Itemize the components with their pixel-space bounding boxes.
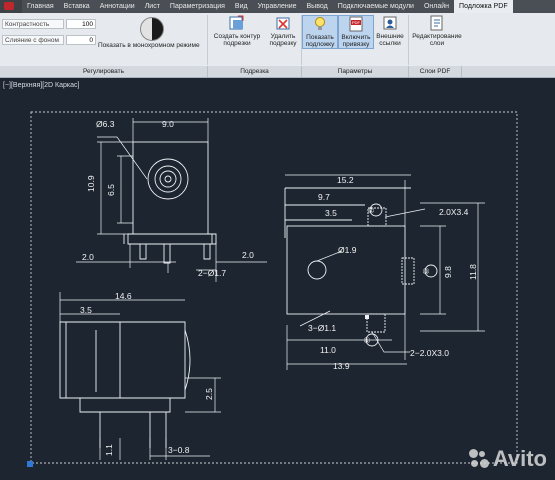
enable-snap-line2: привязку — [342, 41, 370, 48]
dim-label: 6.5 — [106, 184, 116, 196]
dim-label: 3.5 — [325, 208, 337, 218]
contrast-label: Контрастность — [2, 18, 64, 29]
external-refs-line1: Внешние — [376, 33, 404, 40]
dim-label: 3.5 — [80, 305, 92, 315]
dim-label: 11.0 — [320, 345, 336, 355]
app-menu-icon[interactable] — [0, 0, 22, 13]
create-clip-boundary-button[interactable]: Создать контур подрезки — [209, 15, 265, 47]
tab-plugins[interactable]: Подключаемые модули — [333, 0, 419, 13]
avito-logo-icon — [468, 449, 489, 469]
external-refs-line2: ссылки — [379, 40, 401, 47]
show-underlay-button[interactable]: Показать подложку — [302, 15, 338, 49]
tab-output[interactable]: Вывод — [302, 0, 333, 13]
enable-snap-button[interactable]: PDF Включить привязку — [338, 15, 374, 49]
tab-view[interactable]: Вид — [230, 0, 253, 13]
remove-clip-line1: Удалить — [270, 33, 296, 40]
tab-annotate[interactable]: Аннотации — [95, 0, 140, 13]
callout-2: ② — [367, 206, 374, 215]
dim-label: 13.9 — [333, 361, 350, 371]
show-underlay-line1: Показать — [306, 34, 334, 41]
side-view — [59, 292, 221, 460]
create-clip-line1: Создать контур — [213, 33, 261, 40]
dim-label: 3−0.8 — [168, 445, 190, 455]
front-view — [76, 118, 267, 282]
tab-manage[interactable]: Управление — [253, 0, 302, 13]
dim-label: 14.6 — [115, 291, 132, 301]
panel-pdf-layers-label[interactable]: Слои PDF — [409, 66, 462, 77]
tab-parametric[interactable]: Параметризация — [165, 0, 230, 13]
panel-empty — [462, 66, 555, 77]
monochrome-icon[interactable] — [140, 17, 164, 41]
pdf-snap-icon: PDF — [349, 16, 363, 32]
fade-row: Слияние с фоном 0 — [2, 34, 96, 45]
panel-adjust-label[interactable]: Регулировать — [0, 66, 208, 77]
contrast-row: Контрастность 100 — [2, 18, 96, 29]
panel-clip-label[interactable]: Подрезка — [208, 66, 302, 77]
avito-wordmark: Avito — [492, 446, 547, 471]
underlay-boundary — [30, 111, 518, 464]
tab-home[interactable]: Главная — [22, 0, 59, 13]
tab-insert[interactable]: Вставка — [59, 0, 95, 13]
dim-label: Ø6.3 — [96, 119, 115, 129]
dim-label: 9.0 — [162, 119, 174, 129]
show-underlay-line2: подложку — [305, 41, 335, 48]
avito-watermark: Avito — [468, 446, 547, 472]
fade-label: Слияние с фоном — [2, 34, 64, 45]
external-refs-icon — [383, 16, 397, 30]
remove-clip-button[interactable]: Удалить подрезку — [266, 15, 300, 47]
tab-pdf-underlay[interactable]: Подложка PDF — [454, 0, 513, 13]
monochrome-button[interactable]: Показать в монохромном режиме — [98, 42, 200, 49]
clip-boundary-icon — [229, 15, 244, 30]
dim-label: 2.0X3.4 — [439, 207, 469, 217]
edit-layers-button[interactable]: Редактирование слои — [412, 15, 462, 47]
dim-label: Ø1.9 — [338, 245, 357, 255]
edit-layers-line1: Редактирование — [412, 33, 462, 40]
remove-clip-icon — [276, 17, 290, 30]
dim-label: 1.1 — [104, 444, 114, 456]
callout-1: ① — [363, 336, 370, 345]
drawing-viewport[interactable]: [−][Верхняя][2D Каркас] Ø6.3 9.0 10.9 6.… — [0, 78, 555, 480]
remove-clip-line2: подрезку — [269, 40, 297, 47]
dim-label: 11.8 — [468, 264, 478, 280]
lightbulb-icon — [315, 17, 325, 30]
top-view — [284, 174, 485, 370]
dim-label: 10.9 — [86, 175, 96, 192]
dim-label: 9.8 — [443, 266, 453, 278]
ribbon-panel: Контрастность 100 Слияние с фоном 0 Пока… — [0, 13, 555, 78]
tab-online[interactable]: Онлайн — [419, 0, 454, 13]
dim-label: 9.7 — [318, 192, 330, 202]
dim-label: 2−2.0X3.0 — [410, 348, 449, 358]
fade-input[interactable]: 0 — [66, 34, 96, 45]
dim-label: 2.0 — [82, 252, 94, 262]
dim-label: 2−Ø1.7 — [198, 268, 226, 278]
contrast-input[interactable]: 100 — [66, 18, 96, 29]
dim-label: 2.5 — [204, 388, 214, 400]
separator — [408, 15, 409, 65]
dim-label: 2.0 — [242, 250, 254, 260]
callout-3: ③ — [422, 267, 429, 276]
enable-snap-line1: Включить — [341, 34, 371, 41]
separator — [207, 15, 208, 65]
external-refs-button[interactable]: Внешние ссылки — [373, 15, 407, 47]
edit-layers-line2: слои — [429, 40, 445, 47]
cad-drawing: Ø6.3 9.0 10.9 6.5 2.0 2.0 2−Ø1.7 15.2 9.… — [27, 111, 518, 467]
ribbon-tab-bar: Главная Вставка Аннотации Лист Параметри… — [0, 0, 555, 13]
dim-label: 3−Ø1.1 — [308, 323, 336, 333]
panel-options-label[interactable]: Параметры — [302, 66, 409, 77]
svg-text:PDF: PDF — [352, 20, 361, 25]
layers-icon — [430, 15, 443, 31]
create-clip-line2: подрезки — [223, 40, 251, 47]
tab-sheet[interactable]: Лист — [140, 0, 165, 13]
dim-label: 15.2 — [337, 175, 354, 185]
